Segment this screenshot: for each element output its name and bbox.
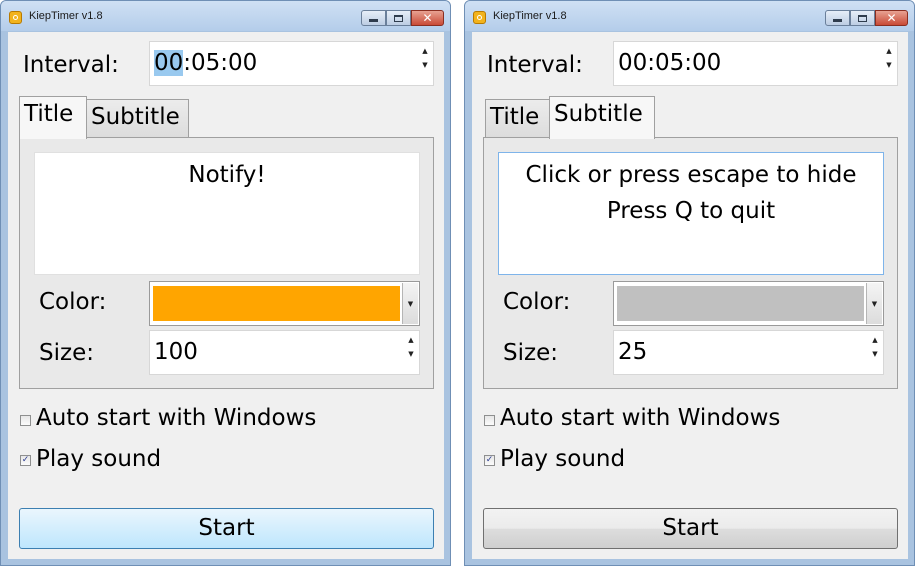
size-value: 100 — [154, 339, 198, 365]
window-client-area: Interval: 00:05:00 ▲ ▼ Title Subtitle Cl… — [472, 32, 908, 559]
title-bar[interactable]: KiepTimer v1.8 ✕ — [1, 1, 450, 31]
auto-start-checkbox[interactable] — [484, 415, 495, 426]
size-spin-buttons[interactable]: ▲ ▼ — [405, 335, 417, 363]
tab-subtitle[interactable]: Subtitle — [86, 99, 189, 138]
auto-start-label[interactable]: Auto start with Windows — [500, 405, 780, 431]
size-value: 25 — [618, 339, 648, 365]
size-label: Size: — [39, 340, 94, 366]
close-icon: ✕ — [422, 11, 433, 25]
tab-subtitle[interactable]: Subtitle — [549, 96, 655, 139]
spin-down-icon[interactable]: ▼ — [419, 60, 431, 74]
color-swatch — [617, 286, 864, 321]
interval-value: 00:05:00 — [154, 50, 257, 76]
size-input[interactable]: 100 ▲ ▼ — [149, 330, 420, 375]
play-sound-checkbox[interactable]: ✓ — [484, 455, 495, 466]
tab-title[interactable]: Title — [485, 99, 550, 138]
color-swatch — [153, 286, 400, 321]
app-icon — [473, 11, 486, 24]
color-dropdown[interactable]: ▼ — [149, 281, 420, 326]
window-title: KiepTimer v1.8 — [29, 10, 103, 22]
start-button[interactable]: Start — [483, 508, 898, 549]
spin-down-icon[interactable]: ▼ — [883, 60, 895, 74]
start-button[interactable]: Start — [19, 508, 434, 549]
spin-down-icon[interactable]: ▼ — [869, 349, 881, 363]
spin-up-icon[interactable]: ▲ — [419, 46, 431, 60]
window-title: KiepTimer v1.8 — [493, 10, 567, 22]
window-controls: ✕ — [361, 10, 444, 27]
size-spin-buttons[interactable]: ▲ ▼ — [869, 335, 881, 363]
dropdown-arrow-icon[interactable]: ▼ — [866, 283, 882, 324]
interval-value-rest: 00:05:00 — [618, 50, 722, 76]
interval-label: Interval: — [23, 52, 119, 78]
maximize-button[interactable] — [386, 10, 411, 26]
tab-panel: Notify! Color: ▼ Size: 100 ▲ ▼ — [19, 137, 434, 389]
close-icon: ✕ — [886, 11, 897, 25]
size-input[interactable]: 25 ▲ ▼ — [613, 330, 884, 375]
size-label: Size: — [503, 340, 558, 366]
text-line-2: Press Q to quit — [606, 198, 776, 224]
play-sound-label[interactable]: Play sound — [500, 446, 625, 472]
dropdown-arrow-icon[interactable]: ▼ — [402, 283, 418, 324]
kieptimer-window-subtitle-tab: KiepTimer v1.8 ✕ Interval: 00:05:00 ▲ ▼ … — [464, 0, 915, 566]
kieptimer-window-title-tab: KiepTimer v1.8 ✕ Interval: 00:05:00 ▲ ▼ … — [0, 0, 451, 566]
maximize-icon — [394, 14, 403, 22]
close-button[interactable]: ✕ — [411, 10, 444, 26]
color-label: Color: — [503, 289, 571, 315]
play-sound-checkbox[interactable]: ✓ — [20, 455, 31, 466]
interval-input[interactable]: 00:05:00 ▲ ▼ — [613, 41, 898, 86]
text-line-1: Click or press escape to hide — [525, 162, 857, 188]
minimize-icon — [369, 19, 378, 22]
interval-value-rest: :05:00 — [183, 50, 258, 76]
window-controls: ✕ — [825, 10, 908, 27]
minimize-icon — [833, 19, 842, 22]
maximize-icon — [858, 14, 867, 22]
interval-value: 00:05:00 — [618, 50, 721, 76]
app-icon — [9, 11, 22, 24]
spin-up-icon[interactable]: ▲ — [883, 46, 895, 60]
tab-title[interactable]: Title — [19, 96, 87, 139]
play-sound-label[interactable]: Play sound — [36, 446, 161, 472]
interval-spin-buttons[interactable]: ▲ ▼ — [419, 46, 431, 74]
title-text-area[interactable]: Notify! — [34, 152, 420, 275]
interval-spin-buttons[interactable]: ▲ ▼ — [883, 46, 895, 74]
subtitle-text-area[interactable]: Click or press escape to hide Press Q to… — [498, 152, 884, 275]
window-client-area: Interval: 00:05:00 ▲ ▼ Title Subtitle No… — [8, 32, 444, 559]
text-line-1: Notify! — [188, 162, 266, 188]
spin-up-icon[interactable]: ▲ — [869, 335, 881, 349]
spin-up-icon[interactable]: ▲ — [405, 335, 417, 349]
interval-label: Interval: — [487, 52, 583, 78]
interval-input[interactable]: 00:05:00 ▲ ▼ — [149, 41, 434, 86]
interval-selected-hours: 00 — [154, 50, 184, 76]
auto-start-label[interactable]: Auto start with Windows — [36, 405, 316, 431]
spin-down-icon[interactable]: ▼ — [405, 349, 417, 363]
maximize-button[interactable] — [850, 10, 875, 26]
close-button[interactable]: ✕ — [875, 10, 908, 26]
auto-start-checkbox[interactable] — [20, 415, 31, 426]
color-dropdown[interactable]: ▼ — [613, 281, 884, 326]
title-bar[interactable]: KiepTimer v1.8 ✕ — [465, 1, 914, 31]
color-label: Color: — [39, 289, 107, 315]
tab-panel: Click or press escape to hide Press Q to… — [483, 137, 898, 389]
minimize-button[interactable] — [825, 10, 850, 26]
minimize-button[interactable] — [361, 10, 386, 26]
